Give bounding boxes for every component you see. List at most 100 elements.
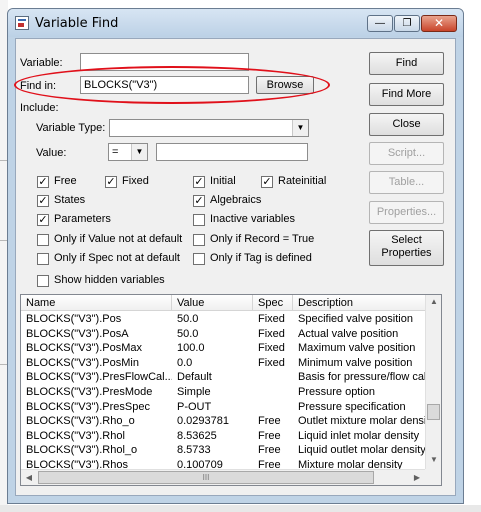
chevron-down-icon[interactable]: ▼ <box>292 120 308 136</box>
cell-description[interactable]: Liquid inlet molar density <box>298 429 428 443</box>
tag-defined-label: Only if Tag is defined <box>210 252 312 264</box>
show-hidden-label: Show hidden variables <box>54 274 165 286</box>
scroll-corner <box>425 469 441 485</box>
spec-not-default-checkbox[interactable] <box>37 253 49 265</box>
script-button[interactable]: Script... <box>369 142 444 165</box>
cell-value[interactable]: 50.0 <box>177 312 255 326</box>
table-button[interactable]: Table... <box>369 171 444 194</box>
select-properties-line2: Properties <box>381 247 432 259</box>
window-title: Variable Find <box>35 16 119 31</box>
record-true-checkbox[interactable] <box>193 234 205 246</box>
chevron-down-icon[interactable]: ▼ <box>131 144 147 160</box>
inactive-variables-label: Inactive variables <box>210 213 295 225</box>
rateinitial-checkbox[interactable]: ✓ <box>261 176 273 188</box>
red-highlight-ellipse <box>14 66 330 104</box>
scroll-up-icon[interactable]: ▲ <box>426 297 441 306</box>
scroll-right-icon[interactable]: ▶ <box>409 473 425 482</box>
find-more-button[interactable]: Find More <box>369 83 444 106</box>
states-label: States <box>54 194 86 206</box>
cell-description[interactable]: Maximum valve position <box>298 341 428 355</box>
cell-spec[interactable]: Free <box>258 443 296 457</box>
cell-value[interactable]: 0.0 <box>177 356 255 370</box>
horizontal-scrollbar[interactable]: ◀ III ▶ <box>21 469 425 485</box>
cell-description[interactable]: Basis for pressure/flow cal... <box>298 370 428 384</box>
scroll-left-icon[interactable]: ◀ <box>21 473 37 482</box>
free-label: Free <box>54 175 77 187</box>
cell-value[interactable]: 8.53625 <box>177 429 255 443</box>
scroll-thumb[interactable] <box>427 404 440 420</box>
cell-description[interactable]: Specified valve position <box>298 312 428 326</box>
scroll-down-icon[interactable]: ▼ <box>426 455 441 464</box>
variable-find-dialog: Variable Find — ❐ ✕ Variable: Find in: B… <box>7 8 464 504</box>
cell-value[interactable]: Default <box>177 370 255 384</box>
results-table[interactable]: Name Value Spec Description BLOCKS("V3")… <box>20 294 442 486</box>
minimize-button[interactable]: — <box>367 15 393 32</box>
cell-name[interactable]: BLOCKS("V3").Rho_o <box>26 414 172 428</box>
spec-not-default-label: Only if Spec not at default <box>54 252 180 264</box>
record-true-label: Only if Record = True <box>210 233 315 245</box>
column-header-spec[interactable]: Spec <box>253 295 293 311</box>
close-button[interactable]: Close <box>369 113 444 136</box>
cell-name[interactable]: BLOCKS("V3").Rhol <box>26 429 172 443</box>
value-input[interactable] <box>156 143 308 161</box>
variable-label: Variable: <box>20 57 63 69</box>
restore-button[interactable]: ❐ <box>394 15 420 32</box>
tag-defined-checkbox[interactable] <box>193 253 205 265</box>
cell-name[interactable]: BLOCKS("V3").Rhol_o <box>26 443 172 457</box>
cell-description[interactable]: Pressure specification <box>298 400 428 414</box>
initial-checkbox[interactable]: ✓ <box>193 176 205 188</box>
parameters-label: Parameters <box>54 213 111 225</box>
inactive-variables-checkbox[interactable] <box>193 214 205 226</box>
value-label: Value: <box>36 147 67 159</box>
find-button[interactable]: Find <box>369 52 444 75</box>
cell-description[interactable]: Actual valve position <box>298 327 428 341</box>
close-window-button[interactable]: ✕ <box>421 15 457 32</box>
algebraics-checkbox[interactable]: ✓ <box>193 195 205 207</box>
free-checkbox[interactable]: ✓ <box>37 176 49 188</box>
fixed-checkbox[interactable]: ✓ <box>105 176 117 188</box>
select-properties-button[interactable]: Select Properties <box>369 230 444 266</box>
cell-description[interactable]: Pressure option <box>298 385 428 399</box>
variable-type-select[interactable]: ▼ <box>109 119 309 137</box>
cell-name[interactable]: BLOCKS("V3").PosMax <box>26 341 172 355</box>
horizontal-scroll-thumb[interactable]: III <box>38 471 374 484</box>
cell-name[interactable]: BLOCKS("V3").PresMode <box>26 385 172 399</box>
variable-type-label: Variable Type: <box>36 122 106 134</box>
properties-button[interactable]: Properties... <box>369 201 444 224</box>
column-header-value[interactable]: Value <box>172 295 253 311</box>
cell-description[interactable]: Outlet mixture molar density <box>298 414 428 428</box>
cell-value[interactable]: Simple <box>177 385 255 399</box>
cell-name[interactable]: BLOCKS("V3").PosA <box>26 327 172 341</box>
cell-name[interactable]: BLOCKS("V3").PresSpec <box>26 400 172 414</box>
value-operator-select[interactable]: = ▼ <box>108 143 148 161</box>
title-bar[interactable]: Variable Find — ❐ ✕ <box>8 9 463 37</box>
show-hidden-checkbox[interactable] <box>37 275 49 287</box>
cell-value[interactable]: 100.0 <box>177 341 255 355</box>
cell-value[interactable]: 0.0293781 <box>177 414 255 428</box>
select-properties-line1: Select <box>391 234 422 246</box>
cell-value[interactable]: P-OUT <box>177 400 255 414</box>
cell-spec[interactable]: Fixed <box>258 356 296 370</box>
background-app <box>0 505 481 512</box>
algebraics-label: Algebraics <box>210 194 262 206</box>
cell-name[interactable]: BLOCKS("V3").PresFlowCal... <box>26 370 172 384</box>
cell-spec[interactable]: Fixed <box>258 341 296 355</box>
cell-spec[interactable]: Fixed <box>258 312 296 326</box>
cell-name[interactable]: BLOCKS("V3").Pos <box>26 312 172 326</box>
column-header-description[interactable]: Description <box>293 295 427 311</box>
parameters-checkbox[interactable]: ✓ <box>37 214 49 226</box>
states-checkbox[interactable]: ✓ <box>37 195 49 207</box>
include-label: Include: <box>20 102 59 114</box>
vertical-scrollbar[interactable]: ▲ ▼ <box>425 295 441 469</box>
cell-value[interactable]: 8.5733 <box>177 443 255 457</box>
cell-description[interactable]: Minimum valve position <box>298 356 428 370</box>
cell-name[interactable]: BLOCKS("V3").PosMin <box>26 356 172 370</box>
cell-value[interactable]: 50.0 <box>177 327 255 341</box>
cell-description[interactable]: Liquid outlet molar density <box>298 443 428 457</box>
cell-spec[interactable]: Free <box>258 429 296 443</box>
value-not-default-checkbox[interactable] <box>37 234 49 246</box>
column-header-name[interactable]: Name <box>21 295 172 311</box>
background-app <box>465 0 481 512</box>
cell-spec[interactable]: Free <box>258 414 296 428</box>
cell-spec[interactable]: Fixed <box>258 327 296 341</box>
